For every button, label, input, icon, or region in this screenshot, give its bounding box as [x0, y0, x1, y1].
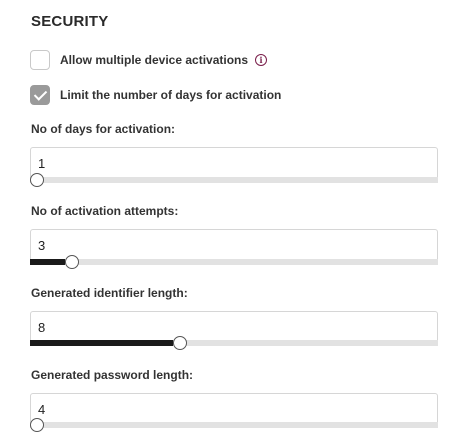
identifier-length-value: 8	[38, 320, 46, 335]
limit-days-checkbox[interactable]	[30, 85, 50, 105]
activation-attempts-label: No of activation attempts:	[31, 204, 179, 218]
days-activation-slider[interactable]	[30, 173, 438, 187]
password-length-slider[interactable]	[30, 418, 438, 432]
days-activation-value: 1	[38, 156, 46, 171]
slider-thumb[interactable]	[30, 418, 44, 432]
slider-track	[30, 259, 438, 265]
slider-fill	[30, 259, 65, 265]
activation-attempts-value: 3	[38, 238, 46, 253]
slider-fill	[30, 340, 173, 346]
multiple-devices-label: Allow multiple device activations	[60, 53, 249, 67]
slider-thumb[interactable]	[65, 255, 79, 269]
activation-attempts-slider[interactable]	[30, 255, 438, 269]
password-length-value: 4	[38, 402, 46, 417]
limit-days-option[interactable]: Limit the number of days for activation	[30, 85, 281, 105]
section-title: SECURITY	[31, 13, 109, 30]
days-activation-label: No of days for activation:	[31, 122, 176, 136]
limit-days-label: Limit the number of days for activation	[60, 88, 282, 102]
identifier-length-label: Generated identifier length:	[31, 286, 188, 300]
multiple-devices-option[interactable]: Allow multiple device activations i	[30, 50, 268, 70]
slider-thumb[interactable]	[173, 336, 187, 350]
slider-track	[30, 177, 438, 183]
multiple-devices-checkbox[interactable]	[30, 50, 50, 70]
slider-track	[30, 422, 438, 428]
password-length-label: Generated password length:	[31, 368, 194, 382]
slider-thumb[interactable]	[30, 173, 44, 187]
identifier-length-slider[interactable]	[30, 336, 438, 350]
info-icon[interactable]: i	[255, 54, 268, 66]
